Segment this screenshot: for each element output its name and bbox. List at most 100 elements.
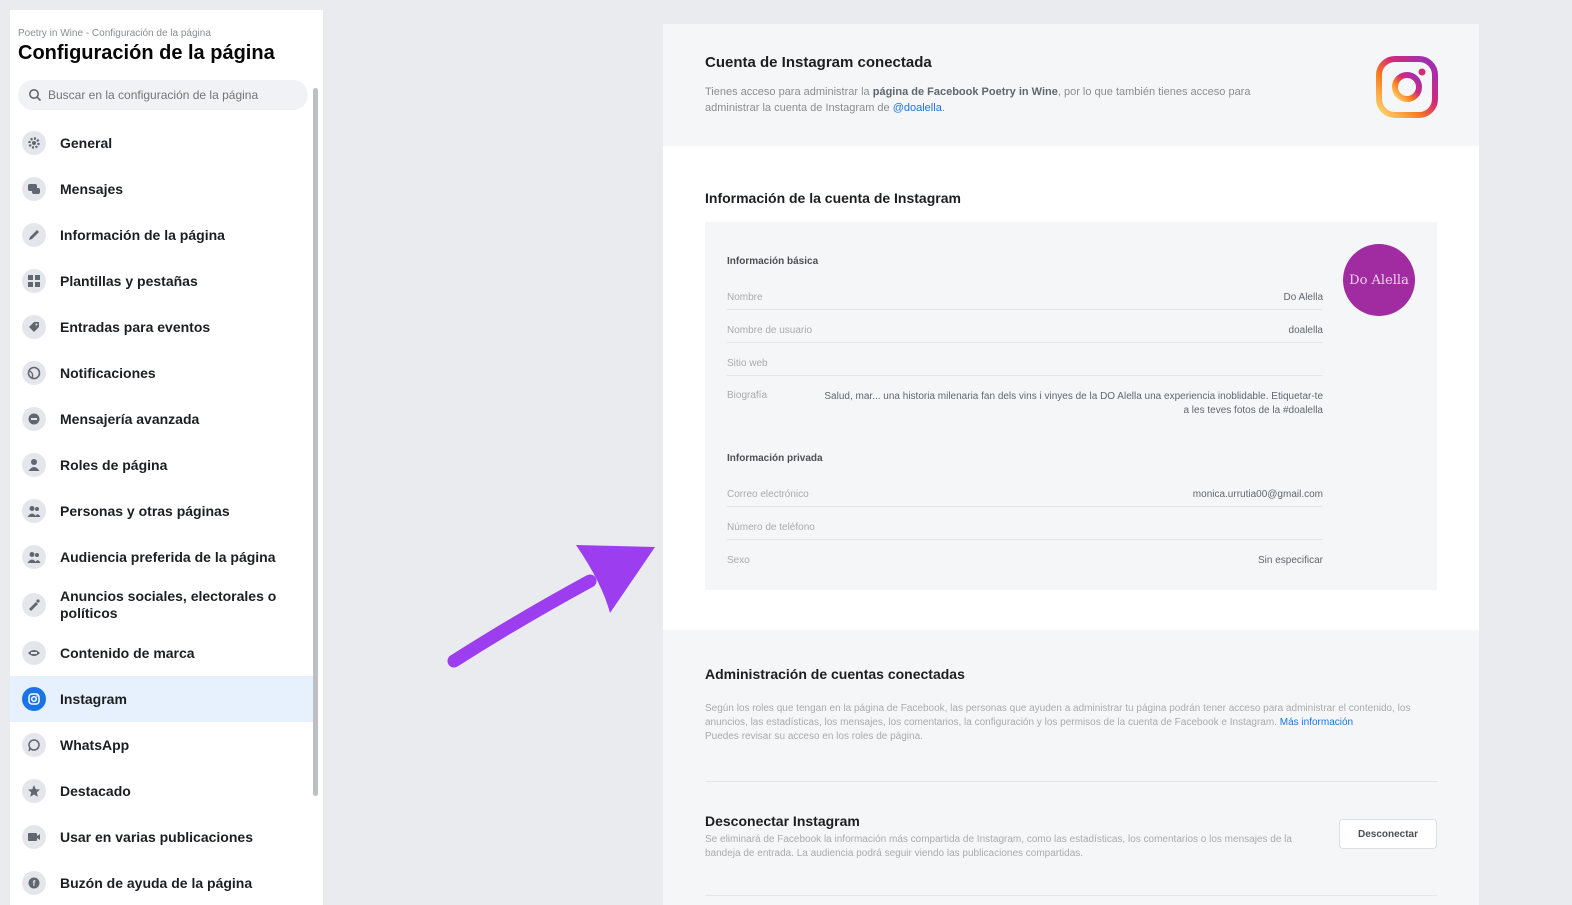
ticket-icon [22, 315, 46, 339]
sidebar-item-label: Plantillas y pestañas [60, 272, 198, 289]
username-value: doalella [1288, 325, 1323, 336]
sidebar-item-label: Entradas para eventos [60, 318, 211, 335]
private-info-heading: Información privada [727, 453, 823, 464]
bio-label: Biografía [727, 390, 768, 401]
admin-heading: Administración de cuentas conectadas [705, 666, 965, 682]
sidebar-item-label: Roles de página [60, 456, 168, 473]
sidebar-item-label: Anuncios sociales, electorales o polític… [60, 588, 277, 621]
sidebar-item-label: Mensajes [60, 180, 124, 197]
phone-label: Número de teléfono [727, 522, 815, 533]
sidebar-item-event-tickets[interactable]: Entradas para eventos [10, 304, 313, 350]
instagram-settings-panel: Cuenta de Instagram conectada Tienes acc… [663, 24, 1479, 905]
sidebar-item-label: Destacado [60, 782, 131, 799]
sidebar-item-preferred-audience[interactable]: Audiencia preferida de la página [10, 534, 313, 580]
sidebar-item-branded-content[interactable]: Contenido de marca [10, 630, 313, 676]
search-icon [28, 88, 42, 102]
disconnect-heading: Desconectar Instagram [705, 813, 860, 829]
username-row: Nombre de usuario doalella [727, 317, 1323, 343]
disconnect-button[interactable]: Desconectar [1339, 819, 1437, 849]
pencil-icon [22, 223, 46, 247]
gender-label: Sexo [727, 555, 750, 566]
sidebar-item-label: Notificaciones [60, 364, 156, 381]
sidebar-item-support-inbox[interactable]: f Buzón de ayuda de la página [10, 860, 313, 905]
search-input[interactable] [48, 88, 298, 102]
sidebar-item-label: Buzón de ayuda de la página [60, 874, 253, 891]
connected-account-card: Cuenta de Instagram conectada Tienes acc… [663, 24, 1479, 146]
sidebar-item-political-ads[interactable]: Anuncios sociales, electorales o polític… [10, 580, 313, 630]
username-label: Nombre de usuario [727, 325, 813, 336]
avatar: Do Alella [1343, 244, 1415, 316]
sidebar-item-label: Usar en varias publicaciones [60, 828, 253, 845]
instagram-logo-icon [1376, 56, 1438, 118]
sidebar-item-whatsapp[interactable]: WhatsApp [10, 722, 313, 768]
gender-row: Sexo Sin especificar [727, 547, 1323, 573]
sidebar-item-general[interactable]: General [10, 120, 313, 166]
svg-text:f: f [33, 879, 36, 888]
connected-account-description: Tienes acceso para administrar la página… [705, 84, 1285, 116]
learn-more-link[interactable]: Más información [1280, 717, 1353, 728]
email-label: Correo electrónico [727, 489, 809, 500]
sidebar-nav: General Mensajes Información de la págin… [10, 120, 313, 905]
sidebar-item-templates[interactable]: Plantillas y pestañas [10, 258, 313, 304]
sidebar-item-label: WhatsApp [60, 736, 130, 753]
name-label: Nombre [727, 292, 763, 303]
sidebar-item-label: Audiencia preferida de la página [60, 548, 276, 565]
star-icon [22, 779, 46, 803]
sidebar-item-notifications[interactable]: Notificaciones [10, 350, 313, 396]
sidebar-item-advanced-messaging[interactable]: Mensajería avanzada [10, 396, 313, 442]
sidebar-item-page-roles[interactable]: Roles de página [10, 442, 313, 488]
gear-icon [22, 131, 46, 155]
video-icon [22, 825, 46, 849]
connected-accounts-section: Administración de cuentas conectadas Seg… [663, 630, 1479, 905]
help-icon: f [22, 871, 46, 895]
audience-icon [22, 545, 46, 569]
sidebar-item-label: Contenido de marca [60, 644, 195, 661]
bio-value: Salud, mar... una historia milenaria fan… [824, 391, 1323, 416]
basic-info-heading: Información básica [727, 256, 819, 267]
sidebar-scrollbar[interactable] [313, 88, 318, 796]
annotation-arrow-icon [447, 545, 655, 668]
sidebar-item-crossposting[interactable]: Usar en varias publicaciones [10, 814, 313, 860]
bio-row: Biografía Salud, mar... una historia mil… [727, 388, 1323, 428]
sidebar-item-messages[interactable]: Mensajes [10, 166, 313, 212]
description-text: . [941, 102, 945, 114]
handshake-icon [22, 641, 46, 665]
email-value: monica.urrutia00@gmail.com [1192, 489, 1323, 500]
message-icon [22, 407, 46, 431]
divider [705, 781, 1437, 782]
admin-text-2: Puedes revisar su acceso en los roles de… [705, 731, 923, 742]
website-label: Sitio web [727, 358, 768, 369]
breadcrumb[interactable]: Poetry in Wine - Configuración de la pág… [18, 28, 211, 39]
connected-account-heading: Cuenta de Instagram conectada [705, 54, 932, 71]
whatsapp-icon [22, 733, 46, 757]
instagram-icon [22, 687, 46, 711]
sidebar-item-instagram[interactable]: Instagram [10, 676, 313, 722]
instagram-handle-link[interactable]: @doalella [893, 102, 942, 114]
account-info-box: Información básica Nombre Do Alella Nomb… [705, 222, 1437, 590]
email-row: Correo electrónico monica.urrutia00@gmai… [727, 481, 1323, 507]
globe-icon [22, 361, 46, 385]
sidebar-item-label: Personas y otras páginas [60, 502, 230, 519]
divider [705, 895, 1437, 896]
description-text: Tienes acceso para administrar la [705, 86, 870, 98]
page-title: Configuración de la página [18, 42, 275, 64]
page-name-text: página de Facebook Poetry in Wine [872, 86, 1058, 98]
sidebar-item-featured[interactable]: Destacado [10, 768, 313, 814]
website-row: Sitio web [727, 350, 1323, 376]
person-icon [22, 453, 46, 477]
sidebar-item-label: Instagram [60, 690, 127, 707]
admin-description: Según los roles que tengan en la página … [705, 702, 1430, 744]
phone-row: Número de teléfono [727, 514, 1323, 540]
sidebar-item-label: Mensajería avanzada [60, 410, 200, 427]
name-row: Nombre Do Alella [727, 284, 1323, 310]
settings-sidebar: Poetry in Wine - Configuración de la pág… [10, 10, 323, 905]
settings-search[interactable] [18, 80, 308, 110]
people-icon [22, 499, 46, 523]
gender-value: Sin especificar [1257, 555, 1323, 566]
sidebar-item-label: Información de la página [60, 226, 225, 243]
sidebar-item-page-info[interactable]: Información de la página [10, 212, 313, 258]
account-info-heading: Información de la cuenta de Instagram [705, 190, 961, 206]
name-value: Do Alella [1283, 292, 1323, 303]
megaphone-icon [22, 593, 46, 617]
sidebar-item-people-pages[interactable]: Personas y otras páginas [10, 488, 313, 534]
